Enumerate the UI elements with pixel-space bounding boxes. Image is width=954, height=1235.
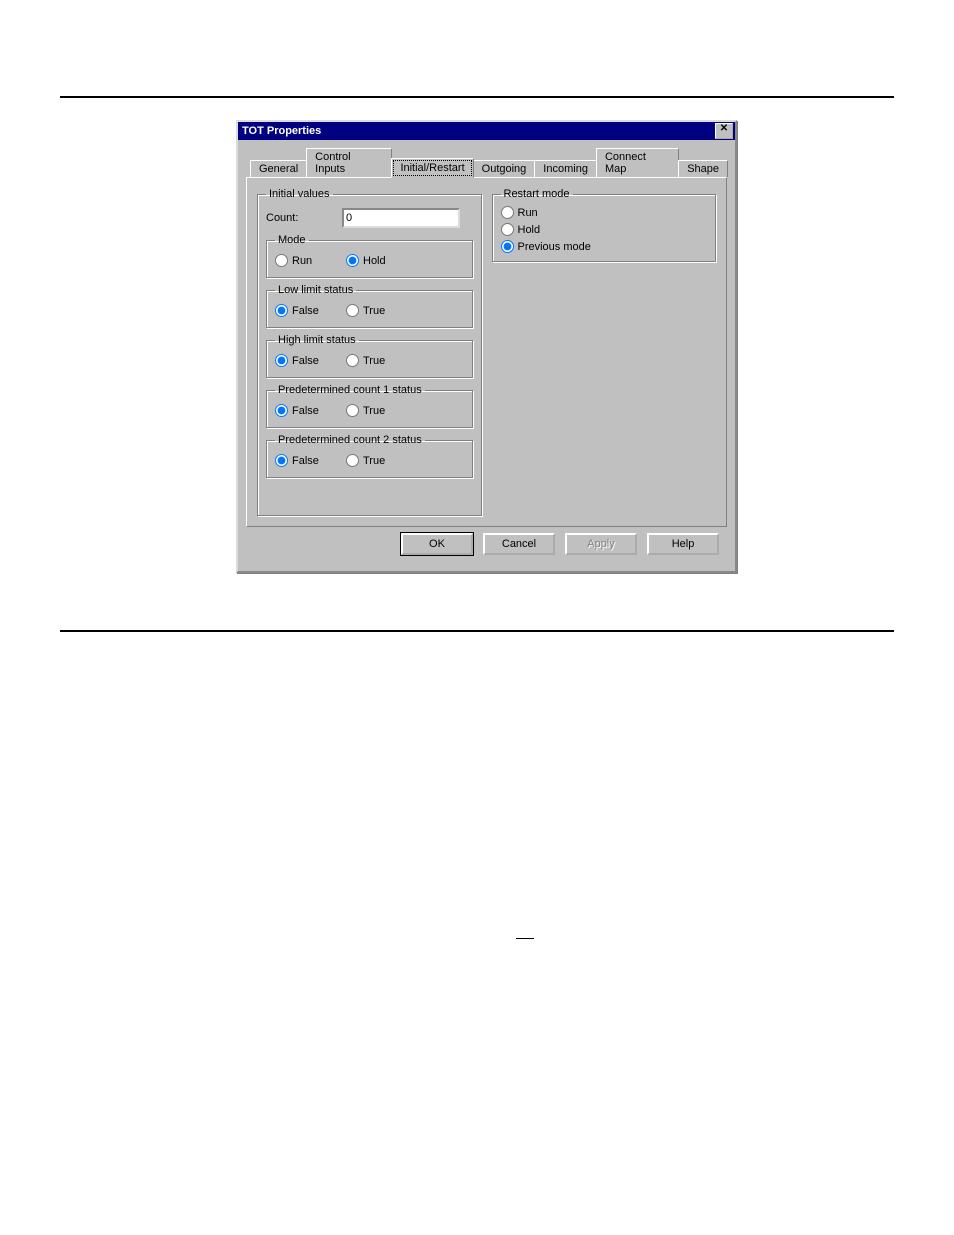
mode-legend: Mode	[275, 234, 309, 246]
pc2-legend: Predetermined count 2 status	[275, 434, 425, 446]
restart-hold-radio[interactable]: Hold	[501, 223, 708, 236]
count-input[interactable]	[342, 208, 460, 228]
initial-values-group: Initial values Count: Mode Run Hold Low …	[257, 188, 482, 516]
tab-connect-map[interactable]: Connect Map	[596, 148, 679, 177]
low-limit-group: Low limit status False True	[266, 284, 473, 328]
pc2-group: Predetermined count 2 status False True	[266, 434, 473, 478]
pc1-legend: Predetermined count 1 status	[275, 384, 425, 396]
restart-run-radio[interactable]: Run	[501, 206, 708, 219]
tab-general[interactable]: General	[250, 160, 307, 177]
apply-button[interactable]: Apply	[565, 533, 637, 555]
dialog-title: TOT Properties	[242, 125, 321, 137]
restart-previous-radio[interactable]: Previous mode	[501, 240, 708, 253]
tab-incoming[interactable]: Incoming	[534, 160, 597, 177]
pc1-false-radio[interactable]: False	[275, 404, 340, 417]
restart-mode-legend: Restart mode	[501, 188, 573, 200]
titlebar: TOT Properties ✕	[238, 122, 735, 140]
help-button[interactable]: Help	[647, 533, 719, 555]
high-limit-legend: High limit status	[275, 334, 359, 346]
tab-initial-restart[interactable]: Initial/Restart	[391, 158, 473, 178]
pc2-true-radio[interactable]: True	[346, 454, 411, 467]
tab-outgoing[interactable]: Outgoing	[473, 160, 536, 177]
high-limit-group: High limit status False True	[266, 334, 473, 378]
mode-group: Mode Run Hold	[266, 234, 473, 278]
count-label: Count:	[266, 212, 336, 224]
high-limit-false-radio[interactable]: False	[275, 354, 340, 367]
tab-page-initial-restart: Initial values Count: Mode Run Hold Low …	[246, 177, 727, 527]
page-mark	[516, 938, 534, 939]
low-limit-legend: Low limit status	[275, 284, 356, 296]
high-limit-true-radio[interactable]: True	[346, 354, 411, 367]
tot-properties-dialog: TOT Properties ✕ General Control Inputs …	[236, 120, 737, 573]
pc1-group: Predetermined count 1 status False True	[266, 384, 473, 428]
restart-mode-group: Restart mode Run Hold Previous mode	[492, 188, 717, 262]
mode-hold-radio[interactable]: Hold	[346, 254, 411, 267]
tab-strip: General Control Inputs Initial/Restart O…	[246, 148, 727, 177]
ok-button[interactable]: OK	[401, 533, 473, 555]
initial-values-legend: Initial values	[266, 188, 333, 200]
close-icon[interactable]: ✕	[715, 123, 733, 139]
low-limit-false-radio[interactable]: False	[275, 304, 340, 317]
pc1-true-radio[interactable]: True	[346, 404, 411, 417]
dialog-buttons: OK Cancel Apply Help	[246, 527, 727, 563]
low-limit-true-radio[interactable]: True	[346, 304, 411, 317]
cancel-button[interactable]: Cancel	[483, 533, 555, 555]
tab-control-inputs[interactable]: Control Inputs	[306, 148, 392, 177]
pc2-false-radio[interactable]: False	[275, 454, 340, 467]
mode-run-radio[interactable]: Run	[275, 254, 340, 267]
tab-shape[interactable]: Shape	[678, 160, 728, 177]
